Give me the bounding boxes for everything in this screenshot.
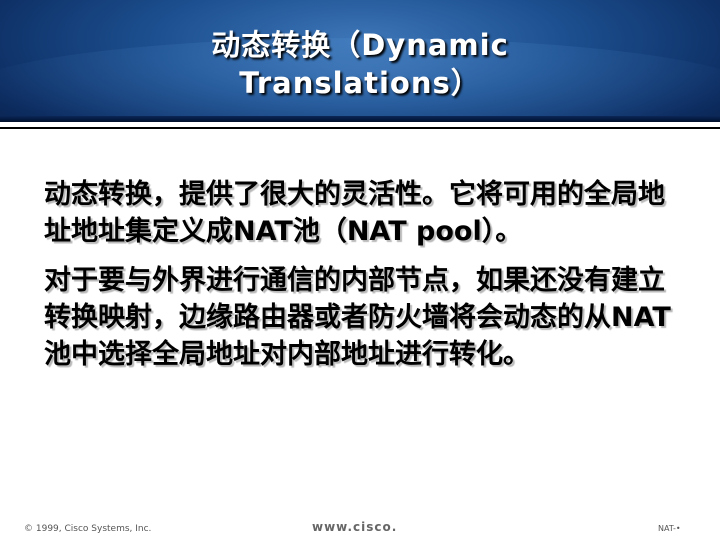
title-divider <box>0 127 720 129</box>
footer-page-number: NAT-• <box>658 524 681 533</box>
footer-copyright: © 1999, Cisco Systems, Inc. <box>24 524 152 534</box>
banner-bottom-edge <box>0 116 720 122</box>
slide-body: 动态转换，提供了很大的灵活性。它将可用的全局地址地址集定义成NAT池（NAT p… <box>44 176 684 385</box>
slide-title: 动态转换（Dynamic Translations） <box>0 26 720 102</box>
body-paragraph-2: 对于要与外界进行通信的内部节点，如果还没有建立转换映射，边缘路由器或者防火墙将会… <box>44 265 671 370</box>
slide-title-line-1: 动态转换（Dynamic <box>211 28 509 62</box>
slide-title-line-2: Translations） <box>239 66 481 100</box>
body-paragraph-1: 动态转换，提供了很大的灵活性。它将可用的全局地址地址集定义成NAT池（NAT p… <box>44 179 665 247</box>
footer-url: www.cisco. <box>312 520 398 534</box>
